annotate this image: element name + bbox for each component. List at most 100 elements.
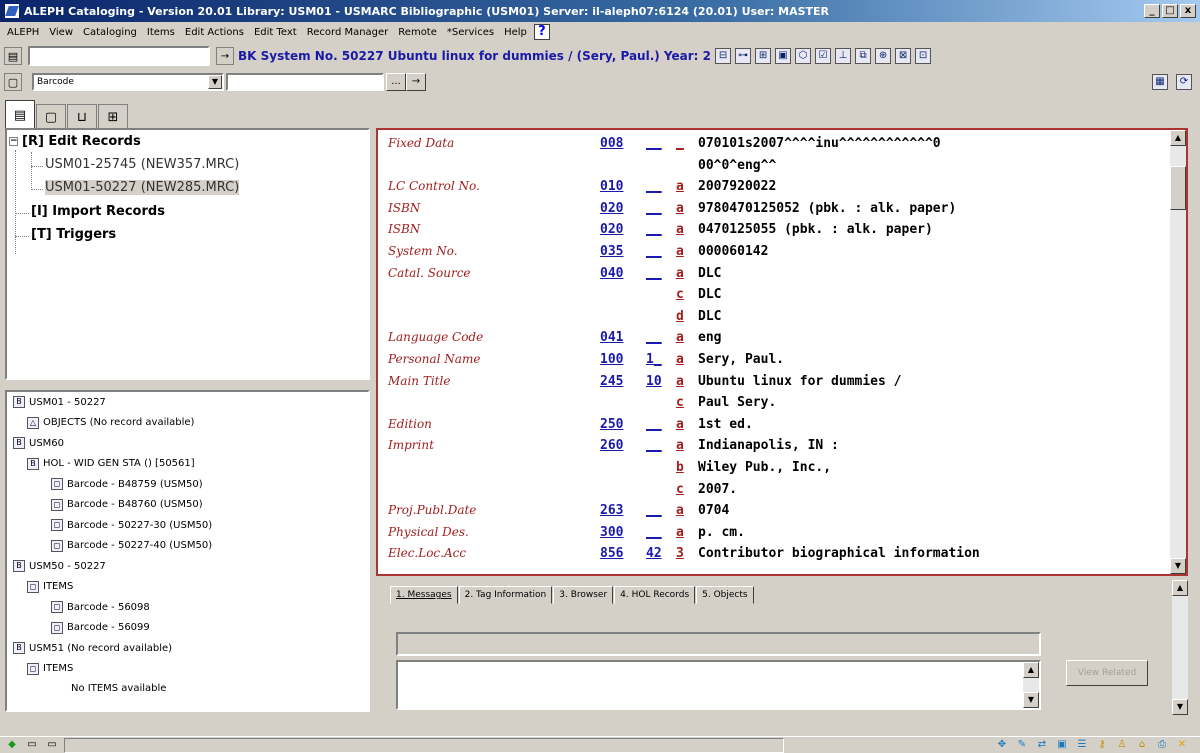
maximize-button[interactable]: □ (1162, 4, 1178, 18)
tab-bin[interactable]: ⊔ (67, 104, 97, 130)
scroll-thumb[interactable] (1170, 166, 1186, 210)
close-record-icon[interactable]: ⊠ (895, 48, 912, 64)
nav-tree-item[interactable]: ◻ Barcode - B48760 (USM50) (51, 498, 203, 511)
menu-item-help[interactable]: Help (499, 27, 532, 38)
objects-icon[interactable]: ⬡ (795, 48, 812, 64)
lock-icon[interactable]: ⌂ (1134, 738, 1150, 752)
view-related-button[interactable]: View Related (1066, 660, 1148, 686)
marc-field-row[interactable]: d DLC (378, 309, 1168, 329)
index-select[interactable]: Barcode ▼ (32, 73, 224, 91)
message-area[interactable]: ▲ ▼ (396, 660, 1041, 710)
menu-item-aleph[interactable]: ALEPH (2, 27, 44, 38)
link-icon[interactable]: ⇄ (1034, 738, 1050, 752)
panel-scroll-up-icon[interactable]: ▲ (1172, 580, 1188, 596)
chevron-down-icon[interactable]: ▼ (208, 75, 222, 89)
nav-tree-item[interactable]: △ OBJECTS (No record available) (27, 416, 194, 429)
marc-field-row[interactable]: Proj.Publ.Date 263 __ a 0704 (378, 503, 1168, 523)
nav-tree-item[interactable]: ◻ Barcode - 56098 (51, 601, 150, 613)
marc-field-row[interactable]: LC Control No. 010 __ a 2007920022 (378, 179, 1168, 199)
exit-record-icon[interactable]: ⊡ (915, 48, 932, 64)
marc-field-row[interactable]: Physical Des. 300 __ a p. cm. (378, 525, 1168, 545)
tab-hol-records[interactable]: 4. HOL Records (614, 586, 696, 604)
marc-field-row[interactable]: b Wiley Pub., Inc., (378, 460, 1168, 480)
record-editor[interactable]: ▲ ▼ Fixed Data 008 __ _ 070101s2007^^^^inu^^… (376, 128, 1188, 576)
scroll-down-icon[interactable]: ▼ (1170, 558, 1186, 574)
tree-triggers[interactable]: [T] Triggers (31, 227, 116, 242)
refresh-icon[interactable]: ⟳ (1176, 74, 1192, 90)
marc-field-row[interactable]: Catal. Source 040 __ a DLC (378, 266, 1168, 286)
grid-icon[interactable]: ▦ (1152, 74, 1168, 90)
marc-field-row[interactable]: c Paul Sery. (378, 395, 1168, 415)
nav-tree-item[interactable]: ◻ Barcode - 50227-40 (USM50) (51, 539, 212, 552)
tab-objects[interactable]: 5. Objects (696, 586, 754, 604)
menu-item-view[interactable]: View (44, 27, 78, 38)
nav-tree-item[interactable]: ◻ Barcode - 56099 (51, 621, 150, 634)
marc-field-row[interactable]: Imprint 260 __ a Indianapolis, IN : (378, 438, 1168, 458)
nav-tree-item[interactable]: B USM51 (No record available) (13, 642, 172, 654)
key-icon[interactable]: ⚷ (1094, 738, 1110, 752)
menu-item-items[interactable]: Items (142, 27, 180, 38)
more-options-button[interactable]: ... (386, 73, 406, 91)
nav-tree-item[interactable]: B USM50 - 50227 (13, 560, 106, 572)
edit-icon[interactable]: ✎ (1014, 738, 1030, 752)
marc-field-row[interactable]: Personal Name 100 1_ a Sery, Paul. (378, 352, 1168, 372)
marc-field-row[interactable]: ISBN 020 __ a 9780470125052 (pbk. : alk. pap… (378, 201, 1168, 221)
nav-tree-item[interactable]: ◻ Barcode - 50227-30 (USM50) (51, 519, 212, 531)
window-icon[interactable]: ▢ (4, 73, 22, 91)
msg-scroll-up-icon[interactable]: ▲ (1023, 662, 1039, 678)
doc-icon[interactable]: ▭ (24, 738, 40, 752)
zoom-icon[interactable]: ⊕ (875, 48, 892, 64)
nav-tree-item[interactable]: B USM01 - 50227 (13, 396, 106, 408)
doc2-icon[interactable]: ▭ (44, 738, 60, 752)
hierarchy-icon[interactable]: ⊥ (835, 48, 852, 64)
tree-edit-records[interactable]: − [R] Edit Records (9, 134, 141, 149)
record-number-input[interactable] (28, 46, 210, 66)
nav-tree-item[interactable]: B USM60 (13, 437, 64, 449)
marc-field-row[interactable]: 00^0^eng^^ (378, 158, 1168, 178)
person-icon[interactable]: ♙ (1114, 738, 1130, 752)
menu-item-edit-text[interactable]: Edit Text (249, 27, 302, 38)
menu-item-record-manager[interactable]: Record Manager (302, 27, 394, 38)
menu-item-edit-actions[interactable]: Edit Actions (180, 27, 249, 38)
tree-icon[interactable]: ⊶ (735, 48, 752, 64)
tab-edit-records[interactable]: ▤ (5, 100, 35, 130)
window-icon[interactable]: ▣ (775, 48, 792, 64)
help-icon[interactable]: ? (533, 24, 550, 40)
menu-item-services[interactable]: *Services (442, 27, 499, 38)
print-icon[interactable]: ⎙ (1154, 738, 1170, 752)
marc-field-row[interactable]: Edition 250 __ a 1st ed. (378, 417, 1168, 437)
nav-tree-item[interactable]: ◻ ITEMS (27, 580, 73, 593)
close-button[interactable]: x (1180, 4, 1196, 18)
tab-window[interactable]: ▢ (36, 104, 66, 130)
table-icon[interactable]: ⊞ (755, 48, 772, 64)
marc-field-row[interactable]: c 2007. (378, 482, 1168, 502)
collapse-icon[interactable]: − (9, 137, 18, 146)
minimize-button[interactable]: _ (1144, 4, 1160, 18)
marc-field-row[interactable]: Language Code 041 __ a eng (378, 330, 1168, 350)
navigate-icon[interactable]: ✥ (994, 738, 1010, 752)
nav-tree-item[interactable]: B HOL - WID GEN STA () [50561] (27, 457, 195, 470)
tree-import-records[interactable]: [I] Import Records (31, 204, 165, 219)
check-icon[interactable]: ☑ (815, 48, 832, 64)
record-view-icon[interactable]: ⊟ (715, 48, 732, 64)
nav-tree-item[interactable]: ◻ Barcode - B48759 (USM50) (51, 478, 203, 490)
goto-record-button[interactable]: → (216, 47, 234, 65)
marc-field-row[interactable]: Elec.Loc.Acc 856 42 3 Contributor biographic… (378, 546, 1168, 566)
tab-binoculars[interactable]: ⊞ (98, 104, 128, 130)
search-go-button[interactable]: → (406, 73, 426, 91)
panel-scroll-down-icon[interactable]: ▼ (1172, 699, 1188, 715)
menu-item-cataloging[interactable]: Cataloging (78, 27, 142, 38)
exit-icon[interactable]: ✕ (1174, 738, 1190, 752)
marc-field-row[interactable]: c DLC (378, 287, 1168, 307)
record-scrollbar[interactable]: ▲ ▼ (1170, 130, 1186, 574)
tree-record-2[interactable]: USM01-50227 (NEW285.MRC) (45, 180, 240, 195)
tree-record-1[interactable]: USM01-25745 (NEW357.MRC) (45, 157, 239, 172)
menu-item-remote[interactable]: Remote (393, 27, 442, 38)
list-icon[interactable]: ☰ (1074, 738, 1090, 752)
tab-browser[interactable]: 3. Browser (553, 586, 614, 604)
record-icon[interactable]: ▤ (4, 47, 22, 65)
save-icon[interactable]: ▣ (1054, 738, 1070, 752)
tab-tag-information[interactable]: 2. Tag Information (458, 586, 553, 604)
marc-field-row[interactable]: ISBN 020 __ a 0470125055 (pbk. : alk. paper) (378, 222, 1168, 242)
marc-field-row[interactable]: Fixed Data 008 __ _ 070101s2007^^^^inu^^^^^^… (378, 136, 1168, 156)
